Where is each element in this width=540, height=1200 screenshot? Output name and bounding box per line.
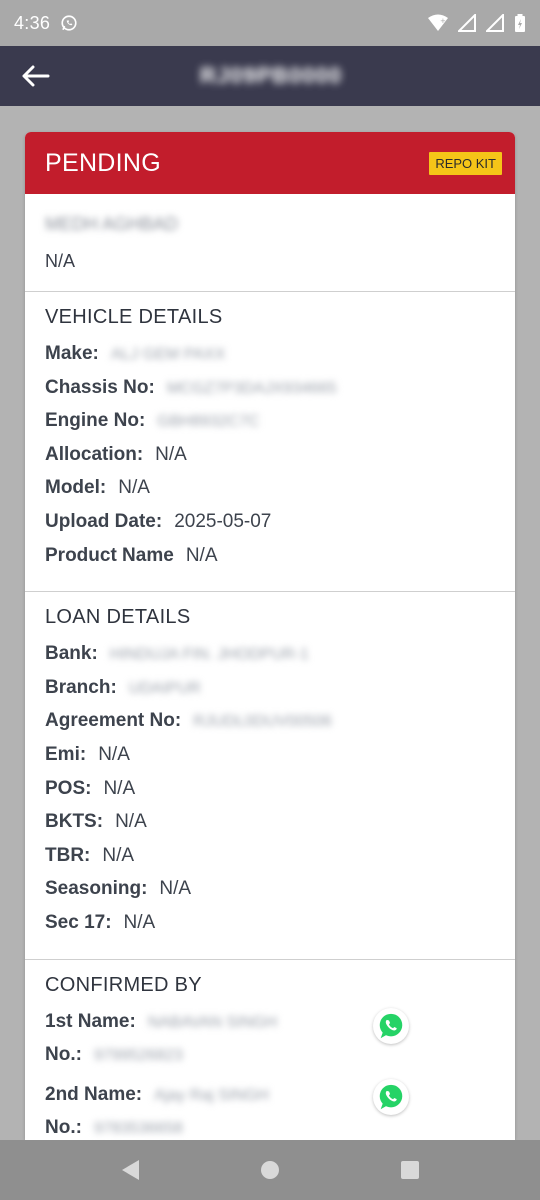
detail-row: Seasoning: N/A xyxy=(45,878,495,912)
sec-17-label: Sec 17: xyxy=(45,911,112,933)
agreement-no-label: Agreement No: xyxy=(45,710,182,732)
allocation-value: N/A xyxy=(155,443,187,465)
content-area[interactable]: PENDING REPO KIT MEDH AGHBAD N/A VEHICLE… xyxy=(0,106,540,1140)
detail-row: Allocation: N/A xyxy=(45,444,495,478)
vehicle-details-title: VEHICLE DETAILS xyxy=(45,306,223,328)
card-header: PENDING REPO KIT xyxy=(25,132,515,194)
confirmed-by-title: CONFIRMED BY xyxy=(45,973,202,996)
upload-date-label: Upload Date: xyxy=(45,510,163,532)
agreement-no-value: RJUDL0DUV00506 xyxy=(193,713,332,731)
tbr-value: N/A xyxy=(102,844,135,866)
engine-no-label: Engine No: xyxy=(45,410,146,432)
battery-icon xyxy=(514,14,526,32)
square-recents-icon xyxy=(401,1161,419,1179)
seasoning-value: N/A xyxy=(159,878,192,900)
detail-row: POS: N/A xyxy=(45,778,495,812)
triangle-back-icon xyxy=(122,1160,139,1180)
vehicle-details-section: VEHICLE DETAILS Make: ALJ GEM PAXX Chassi… xyxy=(25,292,515,593)
detail-row: Make: ALJ GEM PAXX xyxy=(45,343,495,377)
branch-value: UDAIPUR xyxy=(128,679,201,697)
detail-row: Upload Date: 2025-05-07 xyxy=(45,511,495,545)
sec-17-value: N/A xyxy=(123,911,156,933)
customer-name: MEDH AGHBAD xyxy=(45,214,179,234)
detail-row: Branch: UDAIPUR xyxy=(45,677,495,711)
detail-row: Sec 17: N/A xyxy=(45,912,495,946)
confirmed-by-section: CONFIRMED BY 1st Name: NABAVAN SINGH No.… xyxy=(25,960,515,1140)
status-time: 4:36 xyxy=(14,12,51,33)
engine-no-value: GBH8932C7C xyxy=(157,413,260,431)
whatsapp-icon xyxy=(379,1085,403,1110)
signal-icon xyxy=(458,14,476,32)
case-card: PENDING REPO KIT MEDH AGHBAD N/A VEHICLE… xyxy=(25,132,515,1140)
emi-label: Emi: xyxy=(45,743,87,765)
status-title: PENDING xyxy=(45,148,162,177)
loan-details-section: LOAN DETAILS Bank: HINDUJA FIN. JHODPUR-1… xyxy=(25,592,515,960)
detail-row: TBR: N/A xyxy=(45,845,495,879)
pos-value: N/A xyxy=(103,777,136,799)
tbr-label: TBR: xyxy=(45,844,91,866)
status-bar: 4:36 + xyxy=(0,0,540,46)
whatsapp-second-contact-button[interactable] xyxy=(373,1079,409,1116)
detail-row: Model: N/A xyxy=(45,477,495,511)
repo-kit-badge[interactable]: REPO KIT xyxy=(429,151,502,175)
wifi-icon: + xyxy=(428,14,448,32)
first-name-value: NABAVAN SINGH xyxy=(147,1013,278,1031)
app-bar: RJ09PB0000 xyxy=(0,46,540,106)
detail-row: Bank: HINDUJA FIN. JHODPUR-1 xyxy=(45,643,495,677)
signal-icon-2 xyxy=(486,14,504,32)
page-title: RJ09PB0000 xyxy=(200,63,343,88)
detail-row: Product Name N/A xyxy=(45,545,495,579)
product-name-value: N/A xyxy=(185,544,218,566)
model-value: N/A xyxy=(118,477,150,499)
allocation-label: Allocation: xyxy=(45,443,144,465)
nav-recents-button[interactable] xyxy=(380,1140,440,1200)
model-label: Model: xyxy=(45,477,107,499)
nav-back-button[interactable] xyxy=(100,1140,160,1200)
back-button[interactable] xyxy=(0,46,70,106)
first-contact-name-row: 1st Name: NABAVAN SINGH xyxy=(45,1011,495,1045)
make-label: Make: xyxy=(45,343,99,364)
customer-info-value: N/A xyxy=(45,251,76,271)
first-name-label: 1st Name: xyxy=(45,1010,136,1032)
first-contact-number-row: No.: 9799526823 xyxy=(45,1008,495,1078)
second-number-value: 9783536658 xyxy=(93,1120,183,1138)
pos-label: POS: xyxy=(45,777,92,799)
nav-home-button[interactable] xyxy=(240,1140,300,1200)
second-contact-number-row: No.: 9783536658 xyxy=(45,1079,495,1140)
bank-label: Bank: xyxy=(45,643,98,665)
detail-row: Chassis No: MCGZ7P3DAJX934665 xyxy=(45,377,495,411)
second-contact-name-row: 2nd Name: Ajay Raj SINGH xyxy=(45,1084,495,1118)
system-navigation-bar xyxy=(0,1140,540,1200)
bank-value: HINDUJA FIN. JHODPUR-1 xyxy=(109,646,309,664)
second-number-label: No.: xyxy=(45,1117,82,1139)
bkts-value: N/A xyxy=(115,811,147,833)
chassis-no-label: Chassis No: xyxy=(45,376,155,398)
detail-row: BKTS: N/A xyxy=(45,811,495,845)
first-number-value: 9799526823 xyxy=(93,1047,183,1065)
customer-section: MEDH AGHBAD N/A xyxy=(25,194,515,292)
loan-details-title: LOAN DETAILS xyxy=(45,606,191,629)
seasoning-label: Seasoning: xyxy=(45,878,148,900)
whatsapp-notification-icon xyxy=(60,14,78,32)
emi-value: N/A xyxy=(98,743,130,765)
branch-label: Branch: xyxy=(45,676,117,698)
second-name-label: 2nd Name: xyxy=(45,1083,143,1105)
detail-row: Engine No: GBH8932C7C xyxy=(45,410,495,444)
make-value: ALJ GEM PAXX xyxy=(110,346,226,363)
product-name-label: Product Name xyxy=(45,544,174,566)
detail-row: Agreement No: RJUDL0DUV00506 xyxy=(45,710,495,744)
arrow-left-icon xyxy=(22,65,50,87)
whatsapp-icon xyxy=(379,1013,403,1039)
detail-row: Emi: N/A xyxy=(45,744,495,778)
svg-text:+: + xyxy=(440,17,446,25)
upload-date-value: 2025-05-07 xyxy=(174,510,272,532)
chassis-no-value: MCGZ7P3DAJX934665 xyxy=(166,379,337,397)
circle-home-icon xyxy=(261,1161,279,1179)
whatsapp-first-contact-button[interactable] xyxy=(373,1008,409,1045)
second-name-value: Ajay Raj SINGH xyxy=(154,1086,269,1104)
first-number-label: No.: xyxy=(45,1044,82,1066)
bkts-label: BKTS: xyxy=(45,811,104,833)
